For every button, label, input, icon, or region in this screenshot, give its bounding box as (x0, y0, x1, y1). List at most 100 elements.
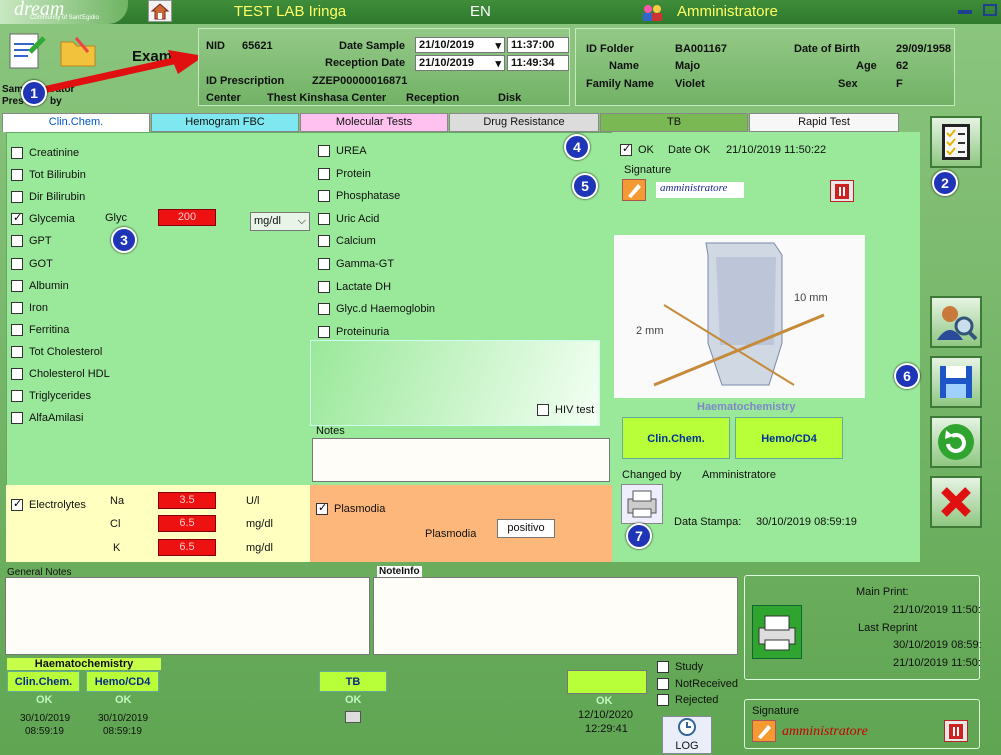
test-checkbox[interactable] (11, 345, 23, 358)
test-checkbox[interactable] (11, 412, 23, 425)
test-checkbox[interactable] (318, 212, 330, 225)
test-item[interactable]: Ferritina (11, 324, 69, 336)
clin-chem-button[interactable]: Clin.Chem. (622, 417, 730, 459)
log-button[interactable]: LOG (662, 716, 712, 754)
bottom-delete-signature-button[interactable] (944, 720, 968, 742)
test-checkbox[interactable] (318, 235, 330, 248)
plasmodia-value-field[interactable]: positivo (497, 519, 555, 538)
test-checkbox[interactable] (11, 147, 23, 160)
test-checkbox[interactable] (11, 390, 23, 403)
test-checkbox[interactable] (11, 235, 23, 248)
test-item[interactable]: AlfaAmilasi (11, 412, 83, 425)
hemo-cd4-button[interactable]: Hemo/CD4 (735, 417, 843, 459)
home-button[interactable] (148, 0, 172, 22)
study-checkbox-row[interactable]: Study (657, 661, 703, 674)
save-button[interactable] (930, 356, 982, 408)
checklist-button[interactable] (930, 116, 982, 168)
print-button[interactable] (621, 484, 663, 524)
test-item[interactable]: Glyc.d Haemoglobin (318, 303, 435, 316)
test-checkbox[interactable] (11, 279, 23, 292)
glyc-value-field[interactable]: 200 (158, 209, 216, 226)
test-item[interactable]: Phosphatase (318, 190, 400, 203)
test-checkbox[interactable] (318, 303, 330, 316)
time-sample-field[interactable]: 11:37:00 (507, 37, 569, 53)
test-item[interactable]: Triglycerides (11, 390, 91, 403)
test-item[interactable]: Proteinuria (318, 326, 389, 338)
test-checkbox[interactable] (318, 145, 330, 158)
rejected-checkbox-row[interactable]: Rejected (657, 694, 718, 707)
not-received-checkbox-row[interactable]: NotReceived (657, 678, 738, 691)
language-selector[interactable]: EN (470, 3, 491, 20)
test-item[interactable]: GOT (11, 258, 53, 270)
bottom-clin-chem-button[interactable]: Clin.Chem. (7, 671, 80, 692)
test-item[interactable]: Protein (318, 168, 371, 180)
not-received-checkbox[interactable] (657, 678, 669, 691)
test-item[interactable]: Lactate DH (318, 281, 391, 293)
test-checkbox[interactable] (11, 211, 23, 226)
test-item[interactable]: Gamma-GT (318, 258, 394, 271)
tab-tb[interactable]: TB (600, 113, 748, 132)
general-notes-textarea[interactable] (5, 577, 370, 655)
test-item[interactable]: Creatinine (11, 147, 79, 160)
restore-icon[interactable] (983, 4, 997, 16)
test-checkbox[interactable] (11, 323, 23, 336)
tab-molecular-tests[interactable]: Molecular Tests (300, 113, 448, 132)
sign-button[interactable] (622, 179, 646, 201)
test-checkbox[interactable] (11, 368, 23, 381)
test-checkbox[interactable] (318, 190, 330, 203)
plasmodia-checkbox[interactable] (316, 501, 328, 516)
hiv-checkbox[interactable] (537, 404, 549, 417)
test-item[interactable]: Tot Cholesterol (11, 346, 102, 358)
electrolytes-checkbox-row[interactable]: Electrolytes (11, 497, 86, 512)
test-checkbox[interactable] (11, 257, 23, 270)
test-checkbox[interactable] (318, 280, 330, 293)
test-checkbox[interactable] (11, 301, 23, 314)
na-value-field[interactable]: 3.5 (158, 492, 216, 509)
bottom-hemo-cd4-button[interactable]: Hemo/CD4 (86, 671, 159, 692)
test-checkbox[interactable] (11, 191, 23, 204)
test-item[interactable]: Glycemia (11, 211, 75, 226)
tab-drug-resistance[interactable]: Drug Resistance (449, 113, 599, 132)
ok-checkbox[interactable] (620, 142, 632, 157)
tab-rapid-test[interactable]: Rapid Test (749, 113, 899, 132)
noteinfo-textarea[interactable] (373, 577, 738, 655)
refresh-button[interactable] (930, 416, 982, 468)
date-sample-field[interactable]: 21/10/2019 ▾ (415, 37, 505, 53)
close-button[interactable] (930, 476, 982, 528)
test-item[interactable]: Albumin (11, 280, 69, 292)
test-item[interactable]: Calcium (318, 235, 376, 248)
plasmodia-checkbox-row[interactable]: Plasmodia (316, 501, 385, 516)
reception-date-field[interactable]: 21/10/2019 ▾ (415, 55, 505, 71)
bottom-sign-button[interactable] (752, 720, 776, 742)
glyc-unit-select[interactable]: mg/dl ⌵ (250, 212, 310, 231)
test-item[interactable]: Uric Acid (318, 213, 379, 225)
notes-textarea[interactable] (312, 438, 610, 482)
ok-checkbox-row[interactable]: OK (620, 142, 654, 157)
electrolytes-checkbox[interactable] (11, 497, 23, 512)
study-checkbox[interactable] (657, 661, 669, 674)
sex-value: F (896, 78, 903, 90)
main-print-button[interactable] (752, 605, 802, 659)
k-value-field[interactable]: 6.5 (158, 539, 216, 556)
test-checkbox[interactable] (318, 167, 330, 180)
rejected-checkbox[interactable] (657, 694, 669, 707)
test-item[interactable]: Dir Bilirubin (11, 191, 85, 204)
test-checkbox[interactable] (318, 325, 330, 338)
hiv-test-checkbox[interactable]: HIV test (537, 404, 594, 417)
search-patient-button[interactable] (930, 296, 982, 348)
tab-clin-chem[interactable]: Clin.Chem. (2, 113, 150, 132)
tab-hemogram-fbc[interactable]: Hemogram FBC (151, 113, 299, 132)
minimize-icon[interactable] (958, 10, 972, 14)
test-checkbox[interactable] (11, 169, 23, 182)
test-item[interactable]: Cholesterol HDL (11, 368, 110, 381)
cl-value-field[interactable]: 6.5 (158, 515, 216, 532)
tb-print-icon[interactable] (345, 711, 361, 723)
delete-signature-button[interactable] (830, 180, 854, 202)
test-item[interactable]: GPT (11, 235, 52, 248)
test-item[interactable]: Iron (11, 302, 48, 314)
test-item[interactable]: UREA (318, 145, 367, 158)
reception-time-field[interactable]: 11:49:34 (507, 55, 569, 71)
test-checkbox[interactable] (318, 258, 330, 271)
bottom-tb-button[interactable]: TB (319, 671, 387, 692)
test-item[interactable]: Tot Bilirubin (11, 169, 86, 182)
